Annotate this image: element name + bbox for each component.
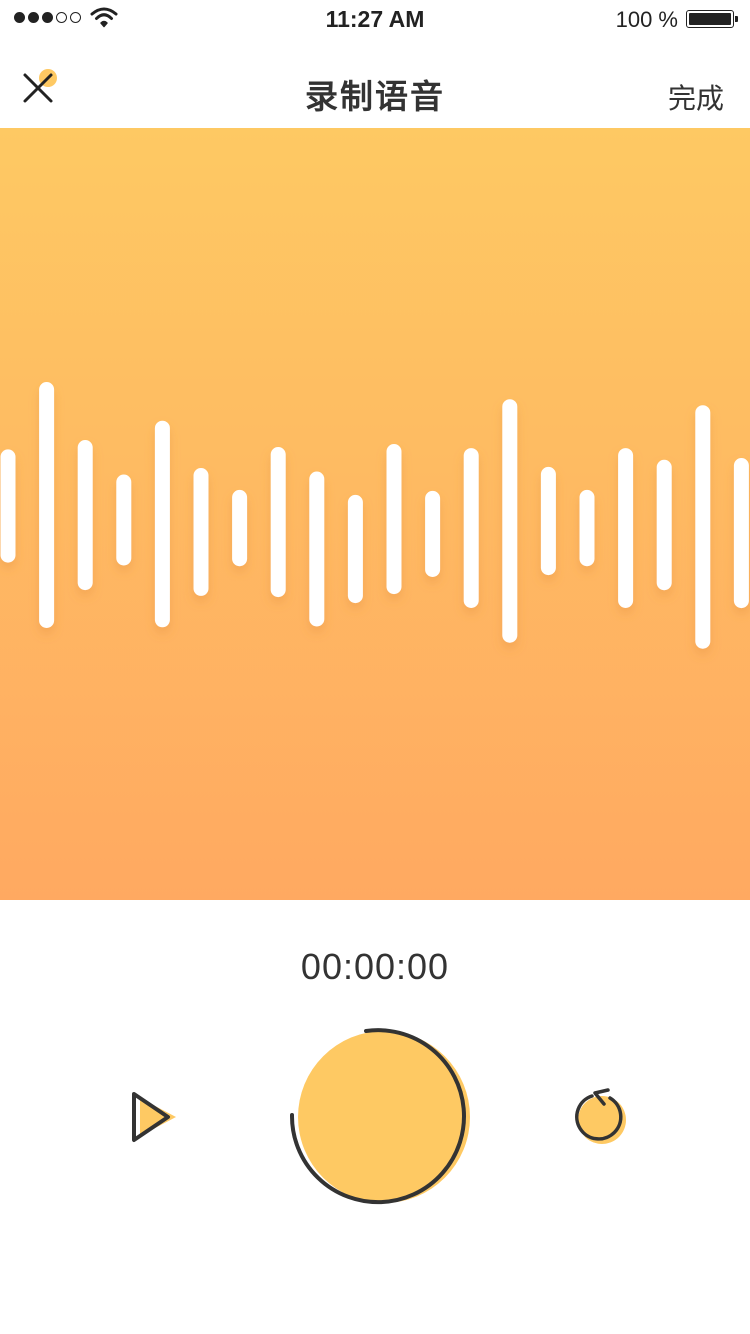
nav-bar: 录制语音 完成	[0, 40, 750, 128]
reset-icon[interactable]	[566, 1084, 634, 1148]
waveform-bar	[347, 494, 363, 604]
close-icon[interactable]	[18, 66, 64, 112]
waveform-bar	[39, 382, 55, 628]
waveform-bar	[695, 405, 711, 649]
waveform-bar	[309, 471, 325, 627]
waveform-bar	[656, 459, 672, 591]
done-button[interactable]: 完成	[668, 77, 724, 117]
waveform-bar	[0, 449, 16, 563]
page-title: 录制语音	[305, 78, 445, 115]
waveform-panel	[0, 128, 750, 900]
waveform-bar	[116, 474, 132, 566]
recording-timer: 00:00:00	[300, 946, 450, 987]
record-button[interactable]	[282, 1022, 478, 1212]
waveform-bar	[270, 447, 286, 598]
waveform-bar	[154, 420, 170, 628]
waveform-bar	[77, 440, 93, 591]
waveform-bar	[463, 448, 479, 608]
waveform-bar	[733, 458, 749, 609]
status-bar: 11:27 AM 100 %	[0, 0, 750, 40]
battery-percentage: 100 %	[615, 7, 678, 32]
waveform-bar	[540, 466, 556, 576]
waveform-bar	[618, 448, 634, 608]
waveform-bar	[232, 489, 248, 567]
waveform-bar	[502, 399, 518, 643]
waveform-bar	[579, 489, 595, 567]
waveform-bar	[386, 444, 402, 595]
waveform-visualization	[0, 382, 749, 649]
play-icon[interactable]	[124, 1086, 184, 1148]
waveform-bar	[193, 468, 209, 596]
waveform-bar	[425, 490, 441, 577]
battery-icon	[686, 10, 738, 28]
